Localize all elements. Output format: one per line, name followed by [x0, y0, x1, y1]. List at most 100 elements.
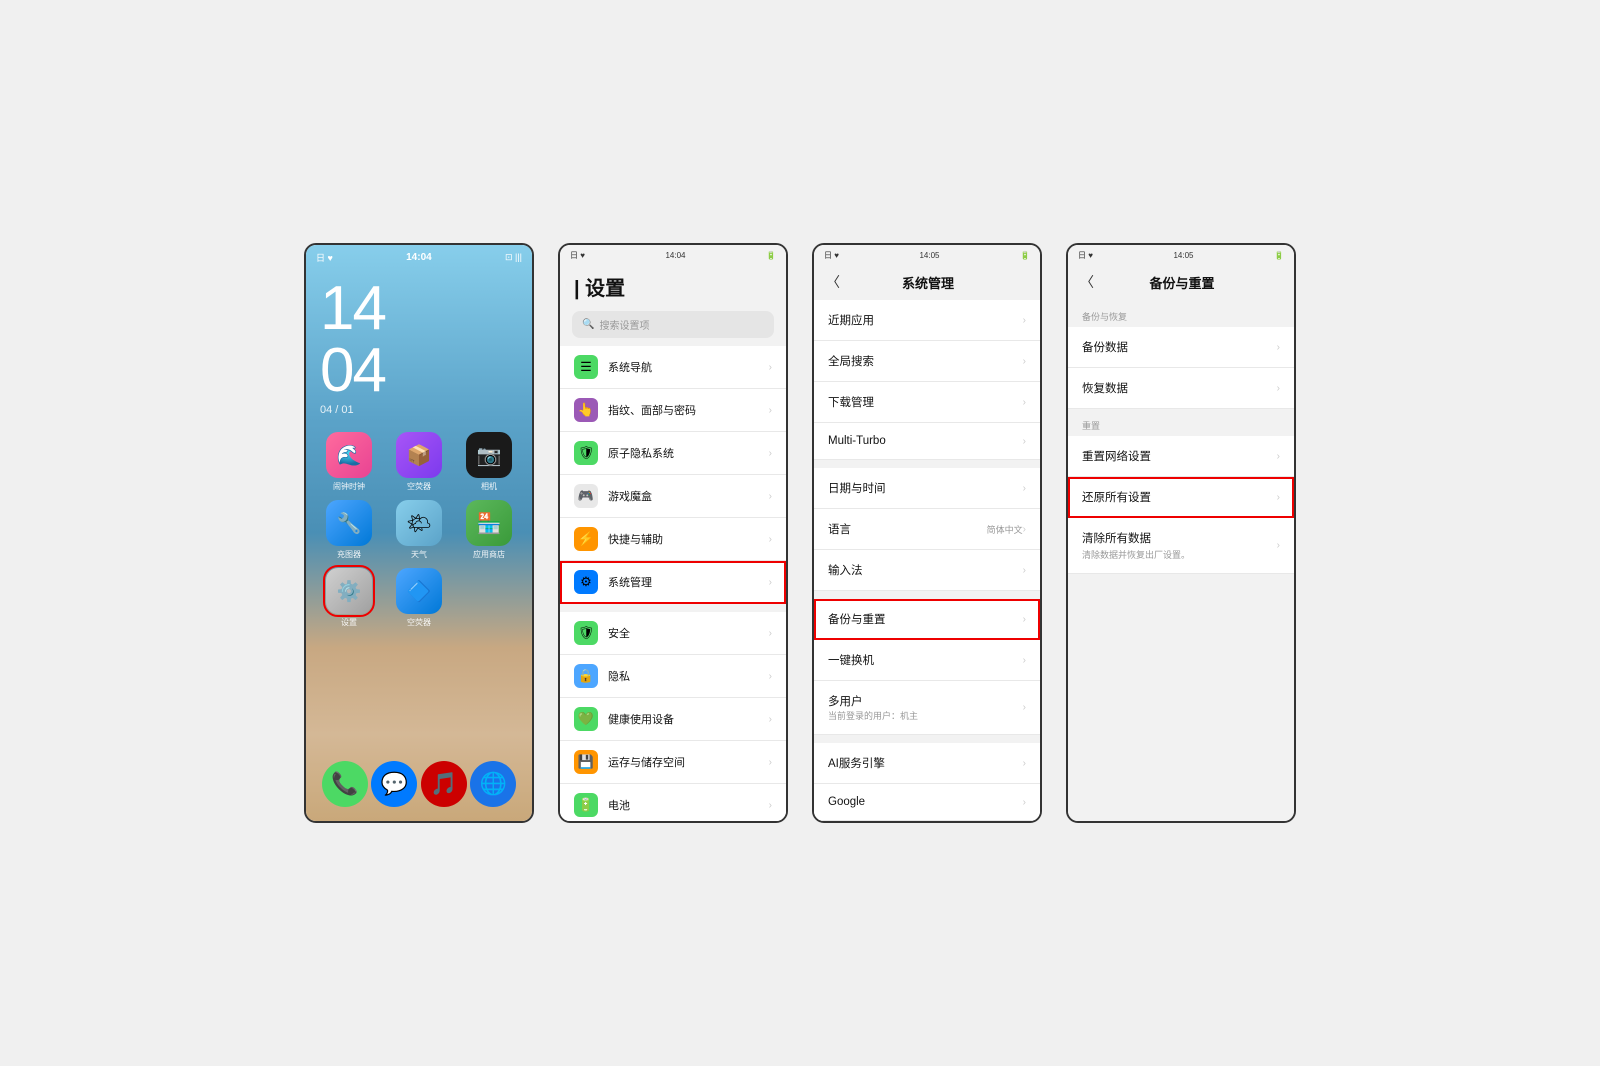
shortcut-icon: ⚡ [574, 527, 598, 551]
sys-item-backup[interactable]: 备份与重置 › [814, 599, 1040, 640]
app-icon-wrap-1[interactable]: 🌊 闹钟时钟 [318, 432, 380, 492]
settings-item-storage[interactable]: 💾 运存与储存空间 › [560, 741, 786, 784]
phone2-status-right: 🔋 [766, 251, 776, 260]
settings-item-priv2[interactable]: 🔒 隐私 › [560, 655, 786, 698]
app-icon-wrap-6[interactable]: 🏪 应用商店 [458, 500, 520, 560]
settings-item-security[interactable]: 🛡 安全 › [560, 612, 786, 655]
security-icon: 🛡 [574, 621, 598, 645]
sys-item-download[interactable]: 下载管理 › [814, 382, 1040, 423]
sys-item-search[interactable]: 全局搜索 › [814, 341, 1040, 382]
clear-data-chevron: › [1277, 540, 1280, 551]
settings-item-nav[interactable]: ☰ 系统导航 › [560, 346, 786, 389]
sys-item-language[interactable]: 语言 简体中文 › [814, 509, 1040, 550]
settings-item-battery[interactable]: 🔋 电池 › [560, 784, 786, 821]
section-backup-label: 备份与恢复 [1068, 300, 1294, 327]
sys-spacer-1 [814, 460, 1040, 468]
app-icon-weather[interactable]: 🌤 [396, 500, 442, 546]
app-icon-tools[interactable]: 🔧 [326, 500, 372, 546]
restore-all-settings-item[interactable]: 还原所有设置 › [1068, 477, 1294, 518]
dock-browser[interactable]: 🌐 [470, 761, 516, 807]
backup-data-chevron: › [1277, 342, 1280, 353]
backup-data-item[interactable]: 备份数据 › [1068, 327, 1294, 368]
app-icon-wrap-2[interactable]: 📦 空荧器 [388, 432, 450, 492]
back-button[interactable]: 〈 [826, 272, 840, 292]
signal-icon: 日 ♥ [316, 251, 333, 264]
app-label-settings: 设置 [341, 617, 357, 628]
settings-spacer-1 [560, 604, 786, 612]
multiuser-sub: 当前登录的用户：机主 [828, 709, 1023, 722]
settings-title-row: | 设置 [560, 264, 786, 307]
phone1-dock: 📞 💬 🎵 🌐 [306, 753, 532, 821]
fingerprint-icon: 👆 [574, 398, 598, 422]
sys-item-datetime[interactable]: 日期与时间 › [814, 468, 1040, 509]
app-icon-wrap-4[interactable]: 🔧 充图器 [318, 500, 380, 560]
app-icon-camera[interactable]: 📷 [466, 432, 512, 478]
sys-item-ai[interactable]: AI服务引擎 › [814, 743, 1040, 784]
search-placeholder: 搜索设置项 [599, 317, 649, 332]
settings-item-shortcut[interactable]: ⚡ 快捷与辅助 › [560, 518, 786, 561]
settings-item-system[interactable]: ⚙ 系统管理 › [560, 561, 786, 604]
phone1-status-bar: 日 ♥ 14:04 ⊡ ||| [306, 245, 532, 268]
storage-chevron: › [769, 757, 772, 768]
dock-music[interactable]: 🎵 [421, 761, 467, 807]
phone4-frame: 日 ♥ 14:05 🔋 〈 备份与重置 备份与恢复 备份数据 › 恢复数据 › … [1066, 243, 1296, 823]
phone4-status-bar: 日 ♥ 14:05 🔋 [1068, 245, 1294, 264]
phone4-status-left: 日 ♥ [1078, 250, 1093, 261]
shortcut-chevron: › [769, 534, 772, 545]
settings-item-privacy[interactable]: 🛡 原子隐私系统 › [560, 432, 786, 475]
search-icon: 🔍 [582, 319, 594, 330]
system-label: 系统管理 [608, 574, 759, 590]
app-icon-wrap-8[interactable]: 🔷 空荧器 [388, 568, 450, 628]
priv2-icon: 🔒 [574, 664, 598, 688]
restore-data-item[interactable]: 恢复数据 › [1068, 368, 1294, 409]
phone4-screen: 日 ♥ 14:05 🔋 〈 备份与重置 备份与恢复 备份数据 › 恢复数据 › … [1068, 245, 1294, 821]
phone3-nav-title: 系统管理 [848, 273, 1008, 292]
backup-chevron: › [1023, 614, 1026, 625]
fingerprint-label: 指纹、面部与密码 [608, 402, 759, 418]
dock-message[interactable]: 💬 [371, 761, 417, 807]
settings-item-fingerprint[interactable]: 👆 指纹、面部与密码 › [560, 389, 786, 432]
reset-network-item[interactable]: 重置网络设置 › [1068, 436, 1294, 477]
sys-item-turbo[interactable]: Multi-Turbo › [814, 423, 1040, 460]
app-icon-store[interactable]: 🏪 [466, 500, 512, 546]
datetime-chevron: › [1023, 483, 1026, 494]
system-chevron: › [769, 577, 772, 588]
phone3-status-left: 日 ♥ [824, 250, 839, 261]
privacy-chevron: › [769, 448, 772, 459]
phone1-status-right: ⊡ ||| [505, 252, 522, 263]
search-bar[interactable]: 🔍 搜索设置项 [572, 311, 774, 338]
app-icon-settings[interactable]: ⚙️ [326, 568, 372, 614]
settings-item-game[interactable]: 🎮 游戏魔盒 › [560, 475, 786, 518]
game-icon: 🎮 [574, 484, 598, 508]
app-icon-alarm[interactable]: 🌊 [326, 432, 372, 478]
app-icon-wrap-3[interactable]: 📷 相机 [458, 432, 520, 492]
phone2-frame: 日 ♥ 14:04 🔋 | 设置 🔍 搜索设置项 ☰ 系统导航 › 👆 [558, 243, 788, 823]
phone2-screen: 日 ♥ 14:04 🔋 | 设置 🔍 搜索设置项 ☰ 系统导航 › 👆 [560, 245, 786, 821]
app-icon-wrap-7[interactable]: ⚙️ 设置 [318, 568, 380, 628]
dock-phone[interactable]: 📞 [322, 761, 368, 807]
settings-item-health[interactable]: 💚 健康使用设备 › [560, 698, 786, 741]
sys-item-recent[interactable]: 近期应用 › [814, 300, 1040, 341]
app-icon-box[interactable]: 📦 [396, 432, 442, 478]
phone4-back-button[interactable]: 〈 [1080, 272, 1094, 292]
app-label-tools: 充图器 [337, 549, 361, 560]
sys-item-multiuser[interactable]: 多用户 当前登录的用户：机主 › [814, 681, 1040, 735]
security-chevron: › [769, 628, 772, 639]
sys-item-input[interactable]: 输入法 › [814, 550, 1040, 591]
phone3-sys-list: 近期应用 › 全局搜索 › 下载管理 › Multi-Turbo › [814, 300, 1040, 821]
game-chevron: › [769, 491, 772, 502]
health-icon: 💚 [574, 707, 598, 731]
battery-chevron: › [769, 800, 772, 811]
phone3-status-right: 🔋 [1020, 251, 1030, 260]
sys-item-switch[interactable]: 一键换机 › [814, 640, 1040, 681]
sys-item-google[interactable]: Google › [814, 784, 1040, 821]
app-icon-mirror[interactable]: 🔷 [396, 568, 442, 614]
phone4-nav-header: 〈 备份与重置 [1068, 264, 1294, 300]
sys-spacer-3 [814, 735, 1040, 743]
settings-title: | 设置 [574, 272, 772, 301]
privacy-label: 原子隐私系统 [608, 445, 759, 461]
clear-all-data-item[interactable]: 清除所有数据 清除数据并恢复出厂设置。 › [1068, 518, 1294, 574]
storage-label: 运存与储存空间 [608, 754, 759, 770]
google-chevron: › [1023, 797, 1026, 808]
app-icon-wrap-5[interactable]: 🌤 天气 [388, 500, 450, 560]
